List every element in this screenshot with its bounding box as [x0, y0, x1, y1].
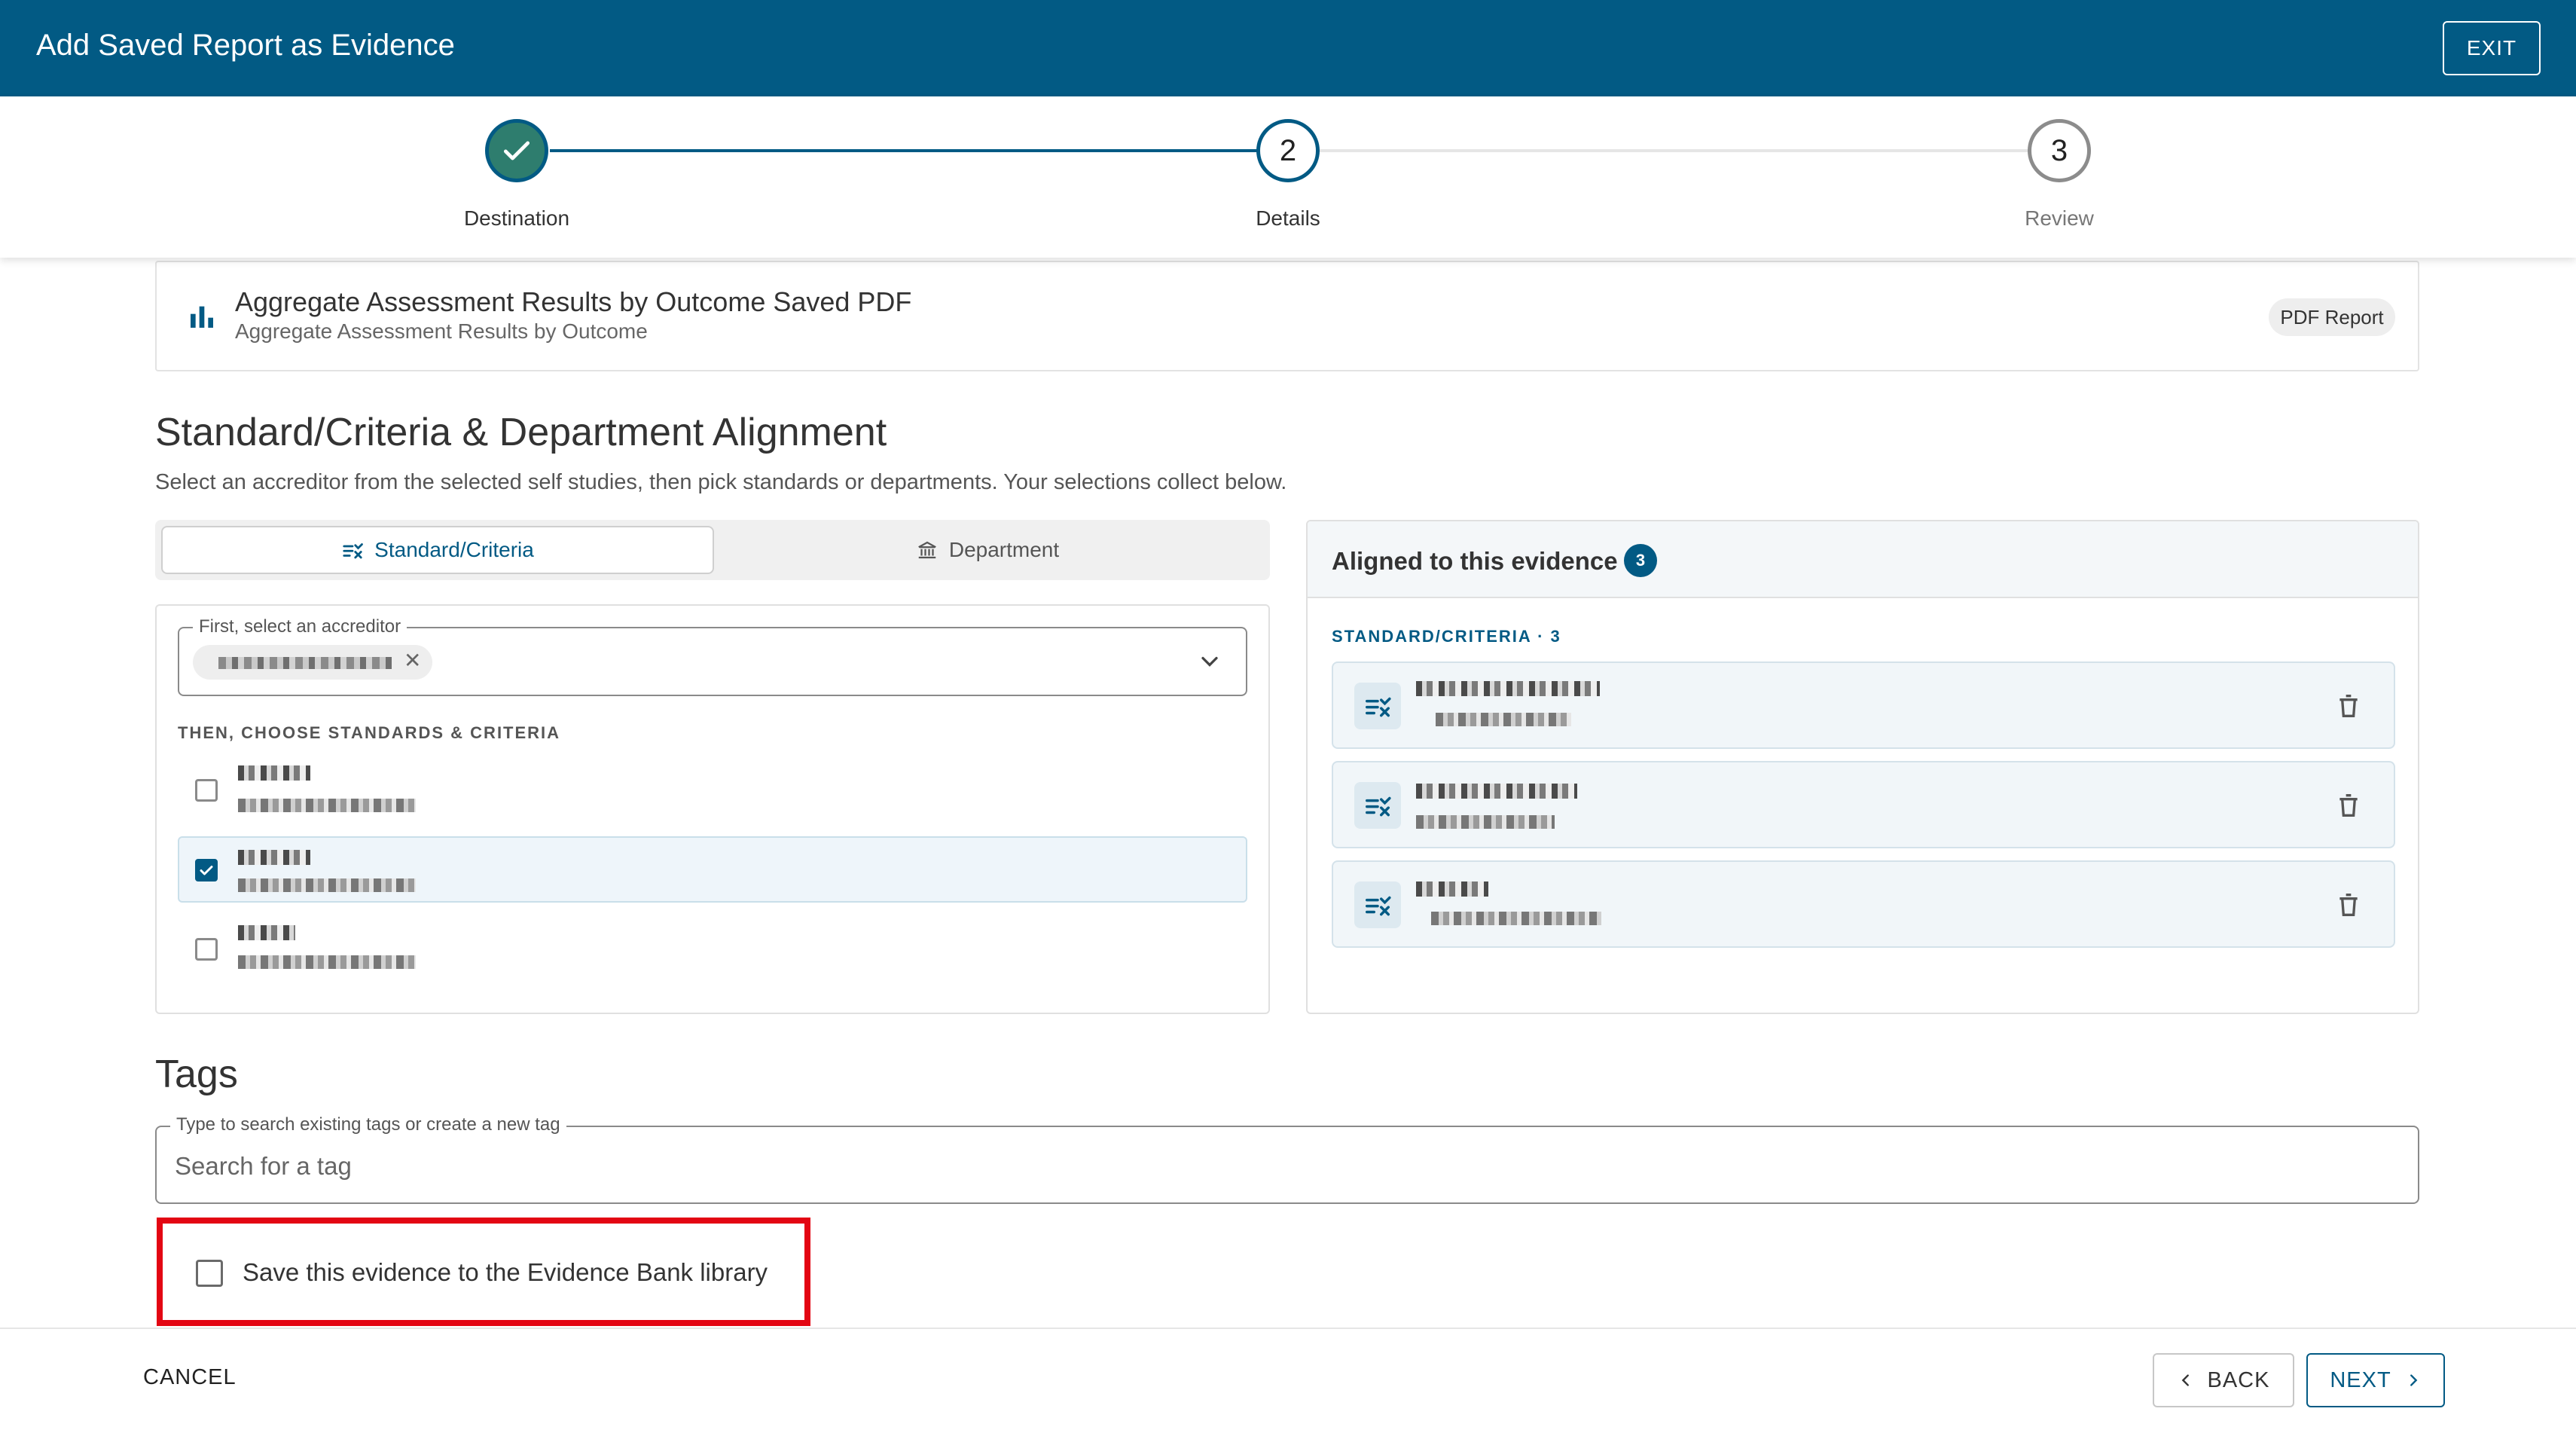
aligned-section-label: STANDARD/CRITERIA · 3: [1332, 627, 1561, 646]
app-header: Add Saved Report as Evidence EXIT: [0, 0, 2576, 96]
aligned-item-code-redacted: [1416, 681, 1600, 696]
trash-icon[interactable]: [2333, 788, 2364, 823]
step-destination-label: Destination: [463, 206, 570, 230]
aligned-item-text-redacted: [1436, 713, 1571, 726]
tag-search-input[interactable]: [175, 1145, 2397, 1187]
next-button-label: NEXT: [2330, 1367, 2391, 1392]
tab-department[interactable]: Department: [743, 526, 1232, 574]
aligned-item: [1332, 662, 2395, 749]
chevron-right-icon: [2410, 1374, 2418, 1386]
check-icon: [503, 141, 530, 160]
trash-icon[interactable]: [2333, 888, 2364, 922]
standards-icon: [1354, 782, 1401, 829]
standard-text-redacted: [238, 799, 416, 812]
tab-standard-criteria[interactable]: Standard/Criteria: [161, 526, 714, 574]
stepper: Destination 2 Details 3 Review: [0, 96, 2576, 258]
step-connector-complete: [550, 149, 1258, 152]
standards-icon: [343, 543, 364, 559]
step-review-label: Review: [2025, 206, 2094, 230]
bank-icon: [918, 541, 936, 559]
standard-row[interactable]: [178, 758, 1247, 824]
accreditor-chip-redacted: [218, 657, 392, 669]
choose-standards-label: THEN, CHOOSE STANDARDS & CRITERIA: [178, 723, 561, 742]
aligned-panel-header: Aligned to this evidence 3: [1308, 521, 2418, 598]
standard-text-redacted: [238, 878, 416, 892]
standard-checkbox[interactable]: [195, 938, 218, 961]
alignment-tabs: Standard/Criteria Department: [155, 520, 1270, 580]
aligned-item-text-redacted: [1416, 815, 1555, 829]
exit-button[interactable]: EXIT: [2443, 21, 2541, 75]
aligned-item-text-redacted: [1431, 912, 1601, 925]
save-evidence-checkbox[interactable]: [196, 1260, 223, 1287]
bar-chart-icon: [191, 306, 213, 328]
standard-code-redacted: [238, 765, 310, 781]
standard-checkbox[interactable]: [195, 779, 218, 802]
tab-department-label: Department: [948, 538, 1060, 561]
step-connector-upcoming: [1318, 149, 2028, 152]
standards-icon: [1354, 881, 1401, 928]
standard-row-selected[interactable]: [178, 836, 1247, 903]
step-destination-circle[interactable]: [485, 119, 548, 182]
next-button[interactable]: NEXT: [2306, 1353, 2445, 1407]
tab-standard-criteria-label: Standard/Criteria: [374, 538, 534, 561]
alignment-description: Select an accreditor from the selected s…: [155, 470, 1287, 494]
back-button[interactable]: BACK: [2153, 1353, 2294, 1407]
report-title: Aggregate Assessment Results by Outcome …: [235, 286, 912, 317]
aligned-item: [1332, 761, 2395, 848]
report-card: Aggregate Assessment Results by Outcome …: [155, 261, 2419, 371]
step-details-label: Details: [1256, 206, 1320, 230]
standard-code-redacted: [238, 850, 310, 865]
alignment-heading: Standard/Criteria & Department Alignment: [155, 411, 887, 454]
save-evidence-label[interactable]: Save this evidence to the Evidence Bank …: [243, 1258, 768, 1287]
step-details-circle: 2: [1256, 119, 1320, 182]
standard-checkbox-checked[interactable]: [195, 859, 218, 881]
tags-heading: Tags: [155, 1053, 238, 1096]
chevron-left-icon: [2181, 1374, 2189, 1386]
standard-code-redacted: [238, 925, 295, 940]
step-review-circle: 3: [2028, 119, 2091, 182]
back-button-label: BACK: [2207, 1367, 2270, 1392]
standard-text-redacted: [238, 955, 416, 969]
aligned-item-code-redacted: [1416, 881, 1488, 897]
aligned-count-badge: 3: [1624, 544, 1657, 577]
check-icon: [200, 866, 213, 875]
standards-icon: [1354, 683, 1401, 729]
aligned-title: Aligned to this evidence: [1332, 547, 1618, 575]
report-subtitle: Aggregate Assessment Results by Outcome: [235, 319, 648, 343]
aligned-item: [1332, 860, 2395, 948]
dialog-title: Add Saved Report as Evidence: [36, 29, 455, 62]
cancel-button[interactable]: CANCEL: [143, 1365, 237, 1390]
report-type-badge: PDF Report: [2269, 298, 2395, 336]
chip-remove-icon[interactable]: ✕: [404, 648, 421, 673]
chevron-down-icon[interactable]: [1196, 648, 1223, 675]
tag-search-label: Type to search existing tags or create a…: [170, 1114, 566, 1135]
aligned-item-code-redacted: [1416, 784, 1577, 799]
standard-row[interactable]: [178, 916, 1247, 982]
trash-icon[interactable]: [2333, 689, 2364, 723]
accreditor-label: First, select an accreditor: [193, 616, 407, 637]
